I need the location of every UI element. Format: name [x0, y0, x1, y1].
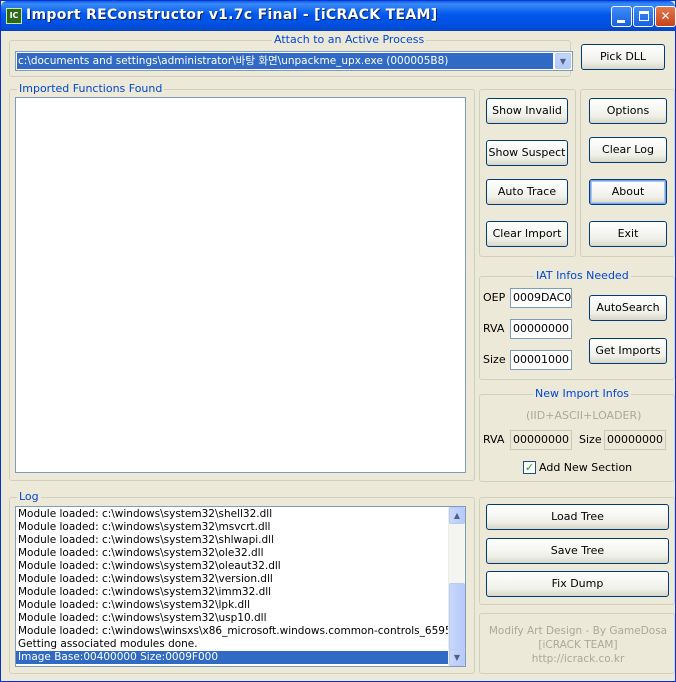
new-import-hint: (IID+ASCII+LOADER)	[526, 409, 642, 422]
log-line[interactable]: Module loaded: c:\windows\system32\oleau…	[16, 560, 449, 573]
scroll-thumb[interactable]	[449, 583, 465, 650]
imported-functions-tree[interactable]	[15, 97, 466, 473]
log-group-title: Log	[17, 490, 41, 503]
imported-functions-title: Imported Functions Found	[17, 82, 165, 95]
maximize-icon	[639, 11, 649, 21]
log-list[interactable]: Module loaded: c:\windows\system32\shell…	[15, 506, 466, 667]
checkmark-icon: ✓	[524, 461, 535, 474]
log-line[interactable]: Module loaded: c:\windows\system32\shlwa…	[16, 534, 449, 547]
new-import-rva-input: 00000000	[510, 430, 572, 450]
clear-log-button[interactable]: Clear Log	[589, 137, 667, 163]
log-line[interactable]: Module loaded: c:\windows\system32\versi…	[16, 573, 449, 586]
autosearch-button[interactable]: AutoSearch	[589, 295, 667, 321]
oep-input[interactable]: 0009DAC0	[510, 288, 572, 308]
size-label: Size	[483, 353, 506, 366]
add-new-section-checkbox[interactable]: ✓	[523, 461, 536, 474]
log-line[interactable]: Module loaded: c:\windows\system32\ole32…	[16, 547, 449, 560]
new-import-size-input: 00000000	[604, 430, 666, 450]
log-line[interactable]: Module loaded: c:\windows\system32\imm32…	[16, 586, 449, 599]
window-title: Import REConstructor v1.7c Final - [iCRA…	[26, 7, 438, 23]
log-scrollbar[interactable]: ▲ ▼	[448, 507, 465, 666]
process-select[interactable]: c:\documents and settings\administrator\…	[15, 51, 573, 71]
new-import-rva-label: RVA	[483, 433, 505, 446]
attach-group-title: Attach to an Active Process	[272, 33, 427, 46]
rva-input[interactable]: 00000000	[510, 319, 572, 339]
log-line-selected[interactable]: Image Base:00400000 Size:0009F000	[16, 651, 449, 664]
load-tree-button[interactable]: Load Tree	[486, 504, 669, 530]
options-button[interactable]: Options	[589, 98, 667, 124]
scroll-down-icon[interactable]: ▼	[449, 649, 465, 666]
new-import-group-title: New Import Infos	[533, 387, 632, 400]
log-lines: Module loaded: c:\windows\system32\shell…	[16, 508, 449, 664]
pick-dll-button[interactable]: Pick DLL	[581, 44, 665, 70]
clear-import-button[interactable]: Clear Import	[486, 221, 568, 247]
log-line[interactable]: Module loaded: c:\windows\system32\shell…	[16, 508, 449, 521]
rva-label: RVA	[483, 322, 505, 335]
main-window: IC Import REConstructor v1.7c Final - [i…	[0, 0, 676, 682]
log-line[interactable]: Module loaded: c:\windows\system32\lpk.d…	[16, 599, 449, 612]
auto-trace-button[interactable]: Auto Trace	[486, 179, 568, 205]
fix-dump-button[interactable]: Fix Dump	[486, 571, 669, 597]
minimize-button[interactable]	[611, 6, 632, 27]
show-suspect-button[interactable]: Show Suspect	[486, 140, 568, 166]
title-bar[interactable]: IC Import REConstructor v1.7c Final - [i…	[1, 1, 676, 31]
save-tree-button[interactable]: Save Tree	[486, 538, 669, 564]
credits: Modify Art Design - By GameDosa [iCRACK …	[479, 615, 676, 673]
chevron-down-icon[interactable]: ▼	[555, 53, 571, 69]
add-new-section-label[interactable]: Add New Section	[539, 461, 632, 475]
credits-line-3: http://icrack.co.kr	[531, 653, 625, 665]
exit-button[interactable]: Exit	[589, 221, 667, 247]
get-imports-button[interactable]: Get Imports	[589, 338, 667, 364]
new-import-size-label: Size	[579, 433, 602, 446]
log-line[interactable]: Module loaded: c:\windows\winsxs\x86_mic…	[16, 625, 449, 638]
iat-group: IAT Infos Needed	[479, 270, 675, 380]
scroll-up-icon[interactable]: ▲	[449, 507, 465, 524]
log-line[interactable]: Module loaded: c:\windows\system32\usp10…	[16, 612, 449, 625]
minimize-icon	[617, 20, 625, 23]
credits-line-2: [iCRACK TEAM]	[538, 639, 618, 651]
maximize-button[interactable]	[633, 6, 654, 27]
log-line[interactable]: Module loaded: c:\windows\system32\msvcr…	[16, 521, 449, 534]
close-icon: ✕	[660, 9, 671, 23]
iat-group-title: IAT Infos Needed	[534, 269, 631, 282]
oep-label: OEP	[483, 291, 506, 304]
log-line[interactable]: Getting associated modules done.	[16, 638, 449, 651]
size-input[interactable]: 00001000	[510, 350, 572, 370]
show-invalid-button[interactable]: Show Invalid	[486, 98, 568, 124]
process-select-value: c:\documents and settings\administrator\…	[17, 53, 553, 69]
credits-line-1: Modify Art Design - By GameDosa	[488, 625, 668, 637]
close-button[interactable]: ✕	[655, 6, 676, 27]
about-button[interactable]: About	[589, 179, 667, 205]
app-icon: IC	[6, 8, 22, 24]
